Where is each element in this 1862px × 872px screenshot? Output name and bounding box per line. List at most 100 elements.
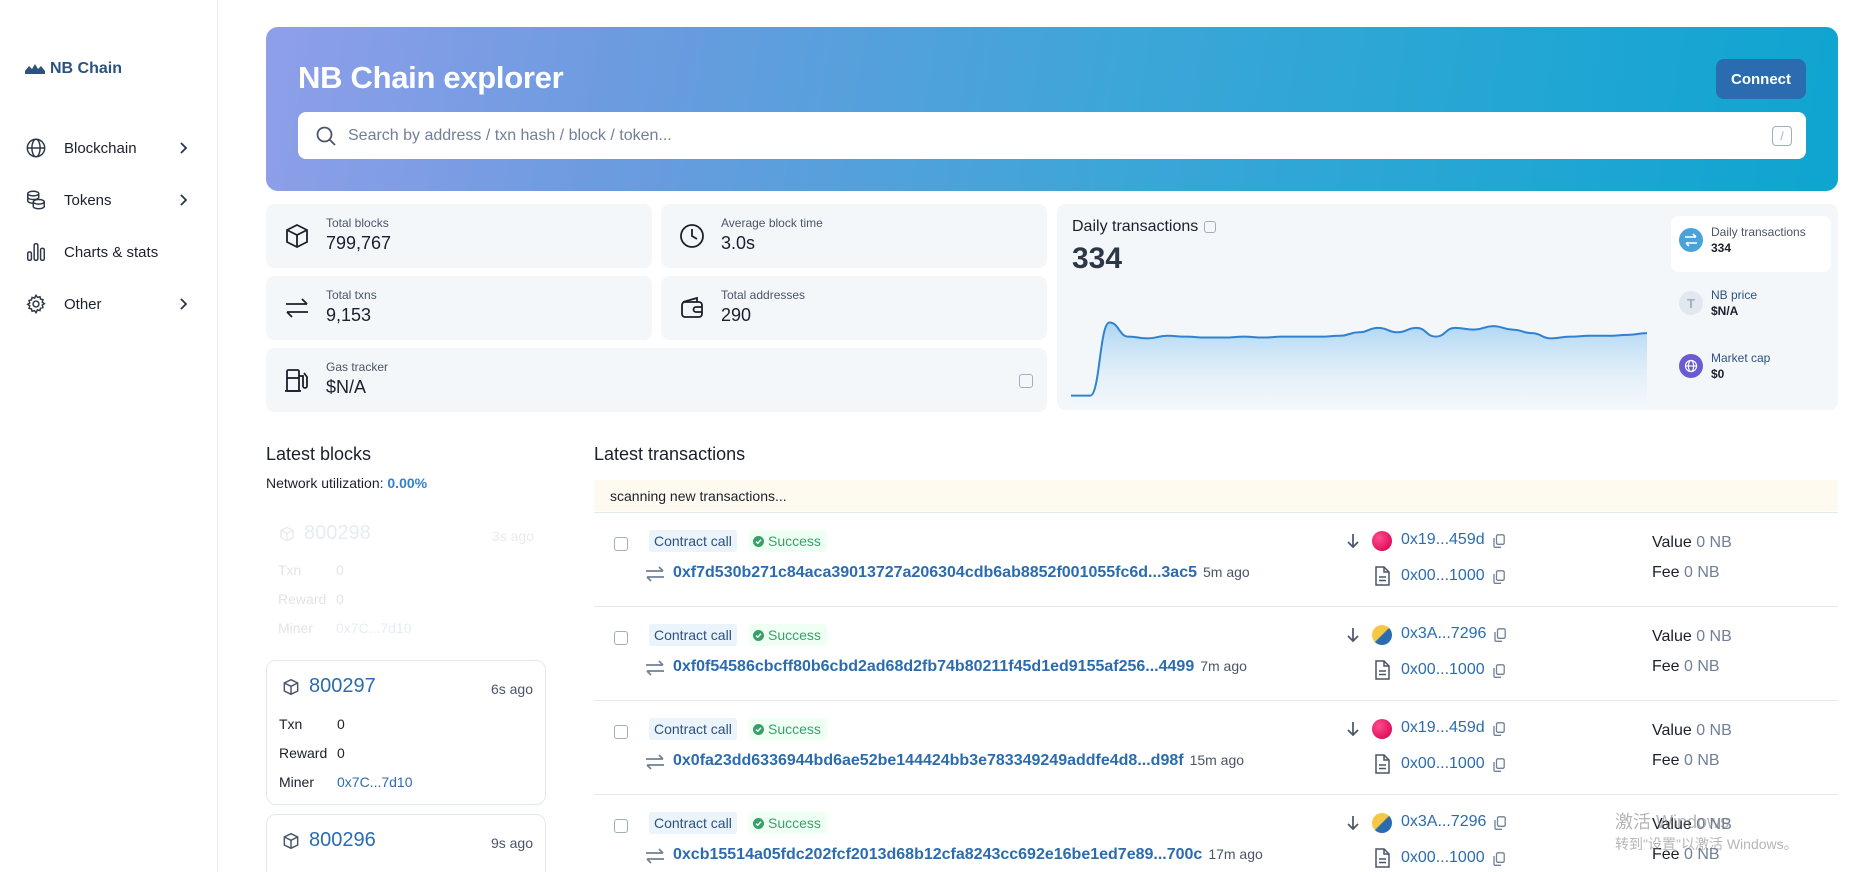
tx-hash-link[interactable]: 0xcb15514a05fdc202fcf2013d68b12cfa8243cc… [673, 846, 1263, 864]
stat-value: 9,153 [326, 305, 372, 325]
tx-to-address-link[interactable]: 0x00...1000 [1401, 661, 1485, 679]
tx-from-address-link[interactable]: 0x19...459d [1401, 719, 1485, 737]
tx-from-address-link[interactable]: 0x3A...7296 [1401, 625, 1486, 643]
expand-toggle-icon[interactable] [614, 631, 628, 645]
check-circle-icon [753, 629, 764, 641]
tx-to-address-link[interactable]: 0x00...1000 [1401, 755, 1485, 773]
daily-transactions-chart[interactable] [1069, 304, 1659, 404]
block-number: 800298 [304, 522, 371, 544]
swap-arrows-icon [646, 566, 664, 582]
search-input[interactable] [348, 126, 1772, 145]
stat-label: Total txns [326, 288, 377, 302]
tx-hash-link[interactable]: 0xf7d530b271c84aca39013727a206304cdb6ab8… [673, 564, 1250, 582]
copy-icon[interactable] [1493, 758, 1505, 772]
copy-icon[interactable] [1493, 852, 1505, 866]
tx-to-address-link[interactable]: 0x00...1000 [1401, 849, 1485, 867]
chart-title: Daily transactions [1072, 218, 1217, 236]
swap-arrows-icon [646, 848, 664, 864]
tx-hash-text: 0x0fa23dd6336944bd6ae52be144424bb3e78334… [673, 752, 1184, 769]
contract-document-icon [1375, 754, 1390, 774]
block-miner-label: Miner [278, 620, 314, 636]
block-reward-value: 0 [337, 745, 345, 761]
contract-document-icon [1375, 566, 1390, 586]
tx-value-amount: 0 NB [1696, 628, 1732, 645]
search-bar[interactable]: / [298, 112, 1806, 159]
daily-transactions-panel: Daily transactions 334 Daily transaction… [1057, 204, 1838, 410]
tx-fee: Fee 0 NB [1652, 658, 1720, 676]
block-card: 800297 6s ago Txn 0 Reward 0 Miner 0x7C...7… [266, 660, 546, 805]
tx-type-tag: Contract call [649, 624, 737, 646]
tx-status-text: Success [768, 815, 821, 831]
logo[interactable]: NB Chain [24, 60, 122, 78]
copy-icon[interactable] [1493, 722, 1505, 736]
arrow-down-icon [1347, 816, 1359, 831]
swap-arrows-icon [646, 660, 664, 676]
sidebar-item-other[interactable]: Other [24, 278, 190, 330]
copy-icon[interactable] [1493, 570, 1505, 584]
block-reward-label: Reward [279, 745, 328, 761]
stat-value: 290 [721, 305, 752, 325]
swap-arrows-icon [286, 298, 308, 318]
tx-value: Value 0 NB [1652, 722, 1732, 740]
block-miner-row: Miner 0x7C...7d10 [278, 620, 412, 636]
copy-icon[interactable] [1493, 534, 1505, 548]
search-icon [316, 126, 336, 146]
tx-fee-label: Fee [1652, 658, 1680, 675]
tx-hash-link[interactable]: 0x0fa23dd6336944bd6ae52be144424bb3e78334… [673, 752, 1244, 770]
side-item-value: 334 [1711, 241, 1732, 255]
tx-from-address-link[interactable]: 0x3A...7296 [1401, 813, 1486, 831]
tx-type-tag: Contract call [649, 718, 737, 740]
sidebar-item-tokens[interactable]: Tokens [24, 174, 190, 226]
stat-gas-tracker: Gas tracker $N/A [266, 348, 1047, 412]
side-item-label: Market cap [1711, 351, 1771, 365]
arrow-down-icon [1347, 628, 1359, 643]
block-number-link[interactable]: 800296 [309, 829, 376, 852]
address-avatar [1372, 531, 1392, 551]
stat-total-blocks: Total blocks 799,767 [266, 204, 652, 268]
block-txn-row: Txn 0 [279, 716, 345, 732]
expand-toggle-icon[interactable] [614, 819, 628, 833]
side-item-market-cap[interactable]: Market cap $0 [1671, 342, 1831, 398]
tx-hash-link[interactable]: 0xf0f54586cbcff80b6cbd2ad68d2fb74b80211f… [673, 658, 1247, 676]
cube-icon [283, 832, 299, 849]
sidebar-item-blockchain[interactable]: Blockchain [24, 122, 190, 174]
logo-text: NB Chain [50, 60, 122, 77]
block-reward-row: Reward 0 [279, 745, 345, 761]
tx-status-badge: Success [749, 812, 827, 834]
tx-to-address-link[interactable]: 0x00...1000 [1401, 567, 1485, 585]
windows-activation-watermark: 激活 Windows [1615, 812, 1730, 832]
stat-label: Total addresses [721, 288, 806, 302]
expand-toggle-icon[interactable] [614, 725, 628, 739]
tx-status-text: Success [768, 627, 821, 643]
block-card: 800296 9s ago Txn0 [266, 814, 546, 872]
connect-button[interactable]: Connect [1716, 59, 1806, 99]
tx-fee-label: Fee [1652, 564, 1680, 581]
expand-toggle-icon[interactable] [614, 537, 628, 551]
block-time: 6s ago [490, 681, 533, 697]
info-icon[interactable] [1019, 374, 1033, 388]
chart-title-text: Daily transactions [1072, 218, 1199, 235]
copy-icon[interactable] [1494, 816, 1506, 830]
stat-value: 3.0s [721, 233, 756, 253]
info-icon[interactable] [1204, 221, 1217, 233]
block-number-link[interactable]: 800297 [309, 675, 376, 698]
tx-from-address-link[interactable]: 0x19...459d [1401, 531, 1485, 549]
copy-icon[interactable] [1494, 628, 1506, 642]
copy-icon[interactable] [1493, 664, 1505, 678]
block-card-head: 800296 [281, 829, 376, 852]
block-card-head: 800298 [278, 522, 371, 545]
side-item-nb-price[interactable]: T NB price $N/A [1671, 279, 1831, 335]
block-card-incoming: 800298 3s ago Txn 0 Reward 0 Miner 0x7C...7… [266, 510, 546, 640]
tx-fee: Fee 0 NB [1652, 564, 1720, 582]
network-utilization-value: 0.00% [387, 475, 428, 491]
block-miner-link[interactable]: 0x7C...7d10 [337, 774, 413, 790]
sidebar-item-charts-stats[interactable]: Charts & stats [24, 226, 190, 278]
tx-age: 15m ago [1189, 752, 1245, 768]
contract-document-icon [1375, 848, 1390, 868]
tx-value: Value 0 NB [1652, 534, 1732, 552]
tx-fee: Fee 0 NB [1652, 752, 1720, 770]
block-txn-label: Txn [279, 716, 303, 732]
stat-value: $N/A [326, 377, 367, 397]
cube-icon [283, 678, 299, 695]
side-item-daily-transactions[interactable]: Daily transactions 334 [1671, 216, 1831, 272]
